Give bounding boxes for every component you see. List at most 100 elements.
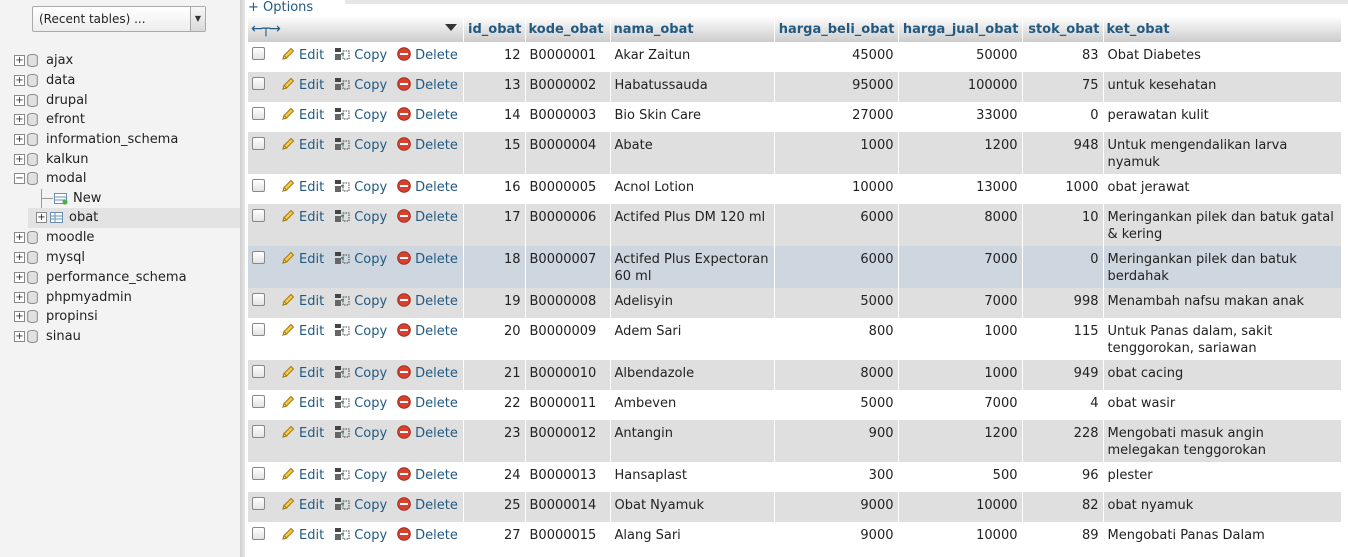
- cell-kode_obat[interactable]: B0000006: [525, 204, 611, 246]
- sidebar-db-data[interactable]: + data: [14, 71, 75, 90]
- sidebar-db-sinau[interactable]: + sinau: [14, 327, 81, 346]
- edit-button[interactable]: Edit: [281, 527, 324, 543]
- sidebar-db-phpmyadmin[interactable]: + phpmyadmin: [14, 288, 132, 307]
- cell-stok_obat[interactable]: 949: [1022, 360, 1104, 390]
- delete-button[interactable]: Delete: [397, 395, 458, 411]
- edit-button[interactable]: Edit: [281, 179, 324, 195]
- row-checkbox[interactable]: [252, 107, 265, 120]
- cell-harga_beli_obat[interactable]: 1000: [774, 132, 899, 174]
- edit-button[interactable]: Edit: [281, 293, 324, 309]
- cell-nama_obat[interactable]: Abate: [610, 132, 775, 174]
- copy-button[interactable]: Copy: [334, 180, 387, 195]
- cell-kode_obat[interactable]: B0000002: [525, 72, 611, 102]
- cell-id_obat[interactable]: 15: [463, 132, 526, 174]
- cell-nama_obat[interactable]: Obat Nyamuk: [610, 492, 775, 522]
- edit-button[interactable]: Edit: [281, 365, 324, 381]
- cell-harga_beli_obat[interactable]: 9000: [774, 522, 899, 552]
- cell-ket_obat[interactable]: perawatan kulit: [1103, 102, 1342, 132]
- cell-ket_obat[interactable]: obat wasir: [1103, 390, 1342, 420]
- expand-toggle-icon[interactable]: −: [14, 173, 25, 184]
- cell-stok_obat[interactable]: 115: [1022, 318, 1104, 360]
- delete-button[interactable]: Delete: [397, 293, 458, 309]
- cell-id_obat[interactable]: 22: [463, 390, 526, 420]
- delete-button[interactable]: Delete: [397, 137, 458, 153]
- delete-button[interactable]: Delete: [397, 209, 458, 225]
- cell-harga_beli_obat[interactable]: 45000: [774, 42, 899, 72]
- copy-button[interactable]: Copy: [334, 210, 387, 225]
- row-checkbox[interactable]: [252, 497, 265, 510]
- row-checkbox[interactable]: [252, 77, 265, 90]
- cell-nama_obat[interactable]: Hansaplast: [610, 462, 775, 492]
- delete-button[interactable]: Delete: [397, 179, 458, 195]
- copy-button[interactable]: Copy: [334, 108, 387, 123]
- edit-button[interactable]: Edit: [281, 251, 324, 267]
- cell-stok_obat[interactable]: 1000: [1022, 174, 1104, 204]
- row-checkbox[interactable]: [252, 425, 265, 438]
- cell-harga_jual_obat[interactable]: 7000: [898, 390, 1023, 420]
- delete-button[interactable]: Delete: [397, 251, 458, 267]
- row-checkbox[interactable]: [252, 293, 265, 306]
- expand-toggle-icon[interactable]: +: [14, 55, 25, 66]
- cell-nama_obat[interactable]: Acnol Lotion: [610, 174, 775, 204]
- expand-toggle-icon[interactable]: +: [36, 212, 47, 223]
- cell-nama_obat[interactable]: Adelisyin: [610, 288, 775, 318]
- cell-stok_obat[interactable]: 0: [1022, 246, 1104, 288]
- cell-stok_obat[interactable]: 82: [1022, 492, 1104, 522]
- column-resize-arrows-icon[interactable]: ←┬→: [251, 21, 281, 37]
- column-header-harga_jual_obat[interactable]: harga_jual_obat: [898, 16, 1023, 42]
- cell-ket_obat[interactable]: Menambah nafsu makan anak: [1103, 288, 1342, 318]
- cell-harga_beli_obat[interactable]: 5000: [774, 390, 899, 420]
- cell-ket_obat[interactable]: Untuk Panas dalam, sakit tenggorokan, sa…: [1103, 318, 1342, 360]
- expand-toggle-icon[interactable]: +: [14, 272, 25, 283]
- column-header-kode_obat[interactable]: kode_obat: [525, 16, 611, 42]
- cell-harga_jual_obat[interactable]: 33000: [898, 102, 1023, 132]
- row-checkbox[interactable]: [252, 527, 265, 540]
- cell-nama_obat[interactable]: Albendazole: [610, 360, 775, 390]
- cell-harga_jual_obat[interactable]: 7000: [898, 246, 1023, 288]
- cell-id_obat[interactable]: 13: [463, 72, 526, 102]
- sidebar-db-propinsi[interactable]: + propinsi: [14, 307, 98, 326]
- cell-kode_obat[interactable]: B0000012: [525, 420, 611, 462]
- copy-button[interactable]: Copy: [334, 426, 387, 441]
- cell-id_obat[interactable]: 17: [463, 204, 526, 246]
- cell-nama_obat[interactable]: Ambeven: [610, 390, 775, 420]
- cell-kode_obat[interactable]: B0000001: [525, 42, 611, 72]
- delete-button[interactable]: Delete: [397, 323, 458, 339]
- cell-harga_beli_obat[interactable]: 9000: [774, 492, 899, 522]
- expand-toggle-icon[interactable]: +: [14, 232, 25, 243]
- cell-id_obat[interactable]: 21: [463, 360, 526, 390]
- cell-kode_obat[interactable]: B0000003: [525, 102, 611, 132]
- cell-kode_obat[interactable]: B0000010: [525, 360, 611, 390]
- cell-stok_obat[interactable]: 10: [1022, 204, 1104, 246]
- cell-harga_beli_obat[interactable]: 6000: [774, 246, 899, 288]
- cell-harga_jual_obat[interactable]: 1200: [898, 132, 1023, 174]
- edit-button[interactable]: Edit: [281, 77, 324, 93]
- cell-ket_obat[interactable]: Untuk mengendalikan larva nyamuk: [1103, 132, 1342, 174]
- cell-harga_beli_obat[interactable]: 95000: [774, 72, 899, 102]
- edit-button[interactable]: Edit: [281, 107, 324, 123]
- delete-button[interactable]: Delete: [397, 107, 458, 123]
- cell-id_obat[interactable]: 27: [463, 522, 526, 552]
- row-checkbox[interactable]: [252, 179, 265, 192]
- expand-toggle-icon[interactable]: +: [14, 114, 25, 125]
- cell-harga_jual_obat[interactable]: 1000: [898, 318, 1023, 360]
- expand-toggle-icon[interactable]: +: [14, 311, 25, 322]
- sidebar-db-drupal[interactable]: + drupal: [14, 91, 88, 110]
- cell-ket_obat[interactable]: Meringankan pilek dan batuk gatal & keri…: [1103, 204, 1342, 246]
- cell-ket_obat[interactable]: Obat Diabetes: [1103, 42, 1342, 72]
- row-checkbox[interactable]: [252, 251, 265, 264]
- cell-ket_obat[interactable]: obat cacing: [1103, 360, 1342, 390]
- copy-button[interactable]: Copy: [334, 366, 387, 381]
- cell-nama_obat[interactable]: Actifed Plus Expectoran 60 ml: [610, 246, 775, 288]
- cell-harga_jual_obat[interactable]: 13000: [898, 174, 1023, 204]
- edit-button[interactable]: Edit: [281, 497, 324, 513]
- delete-button[interactable]: Delete: [397, 425, 458, 441]
- cell-id_obat[interactable]: 20: [463, 318, 526, 360]
- cell-stok_obat[interactable]: 89: [1022, 522, 1104, 552]
- edit-button[interactable]: Edit: [281, 425, 324, 441]
- cell-id_obat[interactable]: 25: [463, 492, 526, 522]
- expand-toggle-icon[interactable]: +: [14, 95, 25, 106]
- cell-harga_beli_obat[interactable]: 8000: [774, 360, 899, 390]
- sidebar-table-obat[interactable]: + obat: [36, 208, 98, 227]
- delete-button[interactable]: Delete: [397, 365, 458, 381]
